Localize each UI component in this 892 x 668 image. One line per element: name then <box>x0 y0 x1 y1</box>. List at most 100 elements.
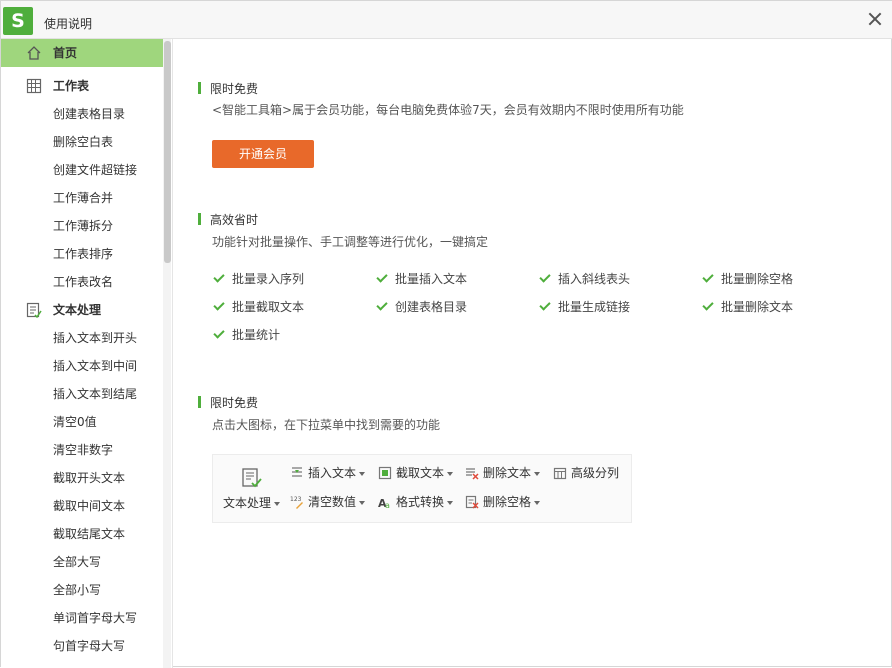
sidebar-item-all-uppercase[interactable]: 全部大写 <box>1 548 163 576</box>
sidebar-item-label: 插入文本到开头 <box>53 331 138 345</box>
extract-text-button[interactable]: 截取文本 <box>378 463 454 483</box>
title-bar: S 使用说明 <box>1 1 892 39</box>
sidebar-item-extract-start-text[interactable]: 截取开头文本 <box>1 464 163 492</box>
feature-item: 批量插入文本 <box>376 270 468 287</box>
sidebar-item-text-processing[interactable]: 文本处理 <box>1 296 163 324</box>
feature-label: 创建表格目录 <box>395 300 468 314</box>
sidebar-item-create-table-toc[interactable]: 创建表格目录 <box>1 100 163 128</box>
insert-text-icon <box>292 466 302 477</box>
chevron-down-icon <box>359 500 366 505</box>
close-icon[interactable] <box>867 11 883 27</box>
section-desc-usage: 点击大图标，在下拉菜单中找到需要的功能 <box>212 418 441 432</box>
feature-item: 批量录入序列 <box>213 270 305 287</box>
chevron-down-icon <box>359 471 366 476</box>
sidebar-scrollbar-thumb[interactable] <box>164 41 171 263</box>
sidebar-item-sort-sheets[interactable]: 工作表排序 <box>1 240 163 268</box>
sidebar-item-insert-text-start[interactable]: 插入文本到开头 <box>1 324 163 352</box>
sidebar-item-capitalize-sentences[interactable]: 句首字母大写 <box>1 632 163 660</box>
sidebar-item-label: 删除空白表 <box>53 135 114 149</box>
check-icon <box>702 299 714 311</box>
sidebar-item-capitalize-words[interactable]: 单词首字母大写 <box>1 604 163 632</box>
sidebar-item-label: 截取结尾文本 <box>53 527 126 541</box>
sidebar-item-insert-text-middle[interactable]: 插入文本到中间 <box>1 352 163 380</box>
sidebar-item-insert-text-end[interactable]: 插入文本到结尾 <box>1 380 163 408</box>
sidebar-item-label: 清空非数字 <box>53 443 114 457</box>
sidebar-item-label: 创建表格目录 <box>53 107 126 121</box>
sidebar-item-merge-workbooks[interactable]: 工作薄合并 <box>1 184 163 212</box>
delete-space-icon <box>465 495 479 509</box>
format-convert-button[interactable]: Aa 格式转换 <box>378 492 454 512</box>
text-process-icon <box>242 468 262 488</box>
feature-label: 批量统计 <box>232 328 281 342</box>
text-process-button[interactable]: 文本处理 <box>223 461 281 517</box>
sidebar-item-extract-middle-text[interactable]: 截取中间文本 <box>1 492 163 520</box>
advanced-split-button[interactable]: 高级分列 <box>553 463 619 483</box>
sidebar-item-label: 清空0值 <box>53 415 97 429</box>
split-columns-icon <box>553 467 567 479</box>
sidebar-item-clear-zero[interactable]: 清空0值 <box>1 408 163 436</box>
feature-item: 批量截取文本 <box>213 298 305 315</box>
sidebar-item-label: 截取开头文本 <box>53 471 126 485</box>
text-tools-toolbar: 文本处理 插入文本 截取文本 删除文本 高级分列 123 清空数值 Aa 格式转换 … <box>212 454 632 523</box>
text-process-label: 文本处理 <box>223 494 281 511</box>
sidebar-item-split-workbook[interactable]: 工作薄拆分 <box>1 212 163 240</box>
delete-space-button[interactable]: 删除空格 <box>465 492 541 512</box>
delete-text-button[interactable]: 删除文本 <box>465 463 541 483</box>
check-icon <box>702 271 714 283</box>
svg-text:123: 123 <box>290 496 302 503</box>
sidebar-item-all-lowercase[interactable]: 全部小写 <box>1 576 163 604</box>
sidebar-item-label: 插入文本到结尾 <box>53 387 138 401</box>
feature-label: 批量插入文本 <box>395 272 468 286</box>
format-convert-icon: Aa <box>378 497 390 509</box>
sidebar-item-delete-blank-sheet[interactable]: 删除空白表 <box>1 128 163 156</box>
delete-space-label: 删除空格 <box>483 495 532 509</box>
sidebar-item-label: 工作薄拆分 <box>53 219 114 233</box>
feature-item: 插入斜线表头 <box>539 270 631 287</box>
activate-membership-button[interactable]: 开通会员 <box>212 140 314 168</box>
check-icon <box>213 327 225 339</box>
insert-text-button[interactable]: 插入文本 <box>290 463 366 483</box>
sidebar-item-label: 截取中间文本 <box>53 499 126 513</box>
sidebar-item-rename-sheets[interactable]: 工作表改名 <box>1 268 163 296</box>
feature-item: 批量生成链接 <box>539 298 631 315</box>
sidebar-item-extract-end-text[interactable]: 截取结尾文本 <box>1 520 163 548</box>
check-icon <box>213 271 225 283</box>
delete-text-icon <box>466 467 479 480</box>
feature-label: 批量删除文本 <box>721 300 794 314</box>
chevron-down-icon <box>447 500 454 505</box>
feature-item: 创建表格目录 <box>376 298 468 315</box>
chevron-down-icon <box>447 471 454 476</box>
sidebar-item-label: 工作表 <box>53 79 90 93</box>
feature-item: 批量统计 <box>213 326 281 343</box>
chevron-down-icon <box>274 501 281 506</box>
sidebar-item-sheet[interactable]: 工作表 <box>1 72 163 100</box>
app-logo: S <box>3 7 33 35</box>
feature-label: 批量截取文本 <box>232 300 305 314</box>
svg-text:a: a <box>385 501 390 509</box>
extract-text-label: 截取文本 <box>396 466 445 480</box>
sidebar-item-label: 创建文件超链接 <box>53 163 138 177</box>
sidebar-item-clear-non-numeric[interactable]: 清空非数字 <box>1 436 163 464</box>
check-icon <box>539 271 551 283</box>
sidebar-item-label: 工作表排序 <box>53 247 114 261</box>
feature-label: 批量生成链接 <box>558 300 631 314</box>
home-icon <box>27 46 41 60</box>
chevron-down-icon <box>534 471 541 476</box>
section-desc-free-trial: <智能工具箱>属于会员功能，每台电脑免费体验7天，会员有效期内不限时使用所有功能 <box>212 103 684 117</box>
section-title-usage: 限时免费 <box>198 394 258 411</box>
feature-label: 插入斜线表头 <box>558 272 631 286</box>
window-title: 使用说明 <box>44 17 93 31</box>
sidebar-item-label: 插入文本到中间 <box>53 359 138 373</box>
check-icon <box>376 299 388 311</box>
feature-label: 批量录入序列 <box>232 272 305 286</box>
sidebar-item-label: 全部小写 <box>53 583 102 597</box>
advanced-split-label: 高级分列 <box>571 466 620 480</box>
format-convert-label: 格式转换 <box>396 495 445 509</box>
sidebar-item-create-file-hyperlink[interactable]: 创建文件超链接 <box>1 156 163 184</box>
clear-values-button[interactable]: 123 清空数值 <box>290 492 366 512</box>
sidebar-item-label: 文本处理 <box>53 303 102 317</box>
sidebar-item-label: 首页 <box>53 46 78 60</box>
sidebar: 首页 工作表 创建表格目录 删除空白表 创建文件超链接 工作薄合并 工作薄拆分 … <box>1 39 173 668</box>
sidebar-item-home[interactable]: 首页 <box>1 39 163 67</box>
sidebar-item-label: 工作表改名 <box>53 275 114 289</box>
